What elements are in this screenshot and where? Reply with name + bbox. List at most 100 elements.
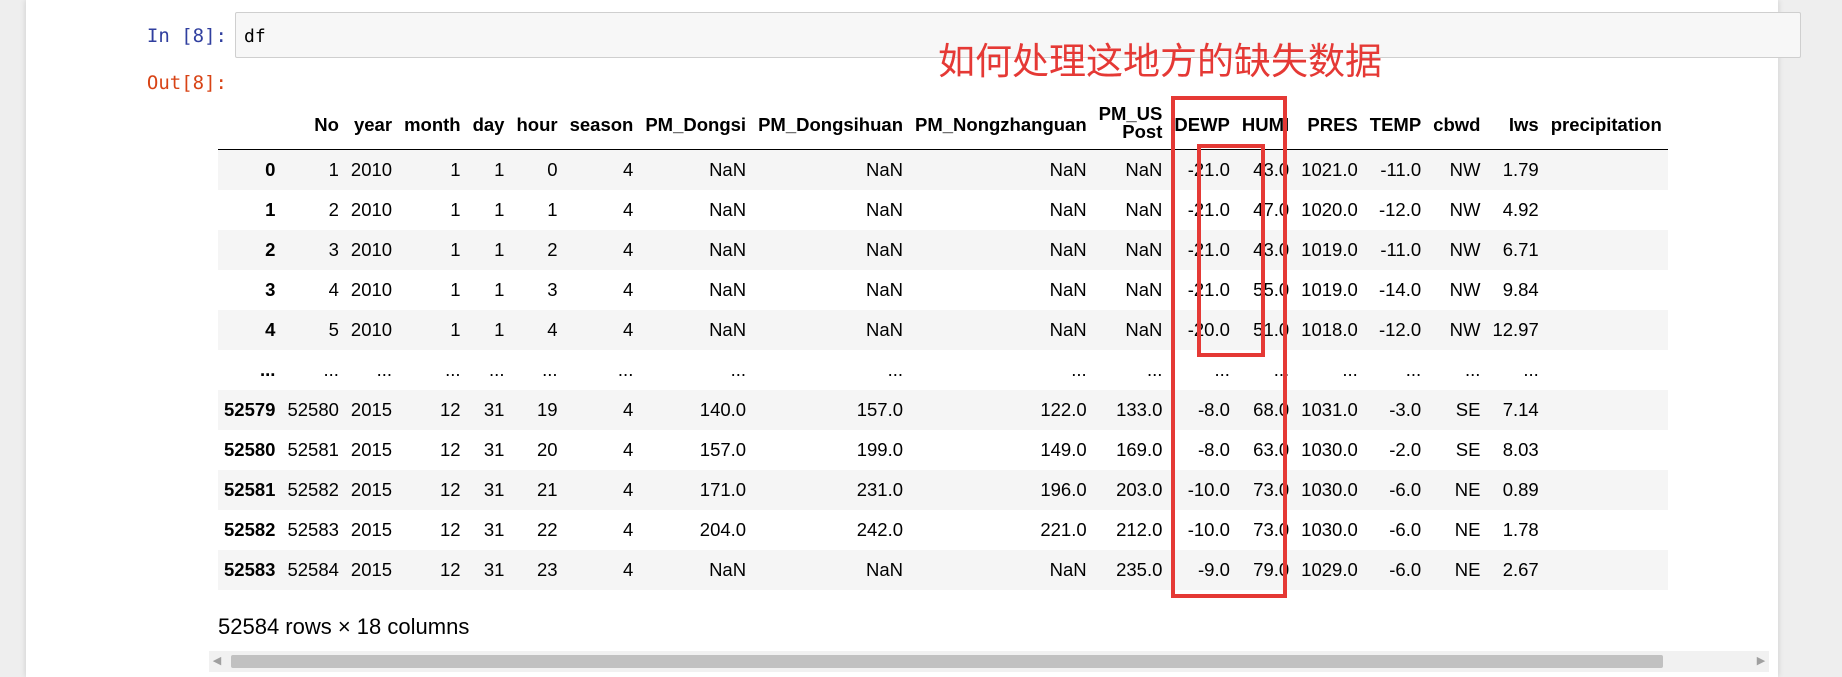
input-prompt: In [8]: <box>146 25 227 47</box>
table-cell: 1018.0 <box>1301 318 1358 340</box>
table-cell: 12 <box>440 398 461 420</box>
table-cell: -6.0 <box>1389 518 1422 540</box>
table-cell: 2010 <box>350 238 393 260</box>
table-cell: 1 <box>547 198 558 220</box>
table-cell: NaN <box>1125 318 1163 340</box>
table-cell <box>1545 149 1668 190</box>
table-cell: ... <box>1071 358 1087 380</box>
table-cell: ... <box>489 358 505 380</box>
dataframe-output: No year month day hour season PM_Dongsi PM_Dong… <box>218 92 1766 592</box>
row-index: 52582 <box>224 518 276 540</box>
table-cell <box>1545 350 1668 390</box>
table-row: 52582 52583 2015 12 31 22 4 204.0 242.0 221.0 212.… <box>218 510 1668 550</box>
table-cell: ... <box>617 358 634 380</box>
table-cell: 52582 <box>287 478 339 500</box>
column-header: precipitation <box>1544 92 1668 150</box>
table-cell: 0 <box>547 158 558 180</box>
table-cell: 1 <box>494 238 505 260</box>
table-cell: 242.0 <box>856 518 903 540</box>
table-cell: 8.03 <box>1502 438 1539 460</box>
table-cell: 2010 <box>350 158 393 180</box>
table-cell: NaN <box>1049 198 1087 220</box>
nan-values-highlight <box>1197 144 1265 357</box>
table-cell: 4 <box>623 238 634 260</box>
table-cell: 19 <box>537 398 558 420</box>
table-body: 0 1 2010 1 1 0 4 NaN NaN NaN NaN -21.0 43.0 1021.0 -11… <box>218 149 1668 590</box>
table-row: 0 1 2010 1 1 0 4 NaN NaN NaN NaN -21.0 43.0 1021.0 -11… <box>218 149 1668 190</box>
table-cell: 4 <box>623 518 634 540</box>
table-cell: 22 <box>537 518 558 540</box>
table-cell: NaN <box>1049 318 1087 340</box>
table-row: 3 4 2010 1 1 3 4 NaN NaN NaN NaN -21.0 55.0 1019.0 -14… <box>218 270 1668 310</box>
scroll-left-arrow-icon[interactable]: ◀ <box>209 651 225 672</box>
table-cell: -3.0 <box>1389 398 1422 420</box>
table-cell: 12 <box>440 558 461 580</box>
column-header: PM_Nongzhanguan <box>909 92 1093 150</box>
table-cell: ... <box>376 358 393 380</box>
table-cell: 1030.0 <box>1301 518 1358 540</box>
table-cell: ... <box>1342 358 1358 380</box>
table-cell: 31 <box>483 518 505 540</box>
table-cell: SE <box>1455 398 1481 420</box>
table-cell: 4 <box>623 158 634 180</box>
table-cell: 1 <box>494 158 505 180</box>
table-cell: 4 <box>328 278 339 300</box>
table-cell: ... <box>1146 358 1163 380</box>
table-cell <box>1545 390 1668 430</box>
table-cell: 1 <box>450 158 461 180</box>
column-header: cbwd <box>1427 92 1487 150</box>
table-cell: 4 <box>623 398 634 420</box>
table-cell: 1 <box>328 158 339 180</box>
table-cell: ... <box>1405 358 1422 380</box>
table-cell: 196.0 <box>1040 478 1087 500</box>
table-cell: -14.0 <box>1378 278 1422 300</box>
table-cell <box>1545 550 1668 590</box>
table-cell: 7.14 <box>1502 398 1539 420</box>
table-cell <box>1545 430 1668 470</box>
table-cell: ... <box>887 358 903 380</box>
table-header-row: No year month day hour season PM_Dongsi PM_Dong… <box>218 92 1668 150</box>
row-index: 52581 <box>224 478 276 500</box>
table-cell: 1021.0 <box>1301 158 1358 180</box>
table-cell: 235.0 <box>1116 558 1163 580</box>
table-cell: 1 <box>494 278 505 300</box>
horizontal-scrollbar[interactable]: ◀ ▶ <box>209 651 1769 672</box>
table-cell: NaN <box>865 238 903 260</box>
table-cell: NaN <box>865 158 903 180</box>
table-cell <box>1545 190 1668 230</box>
scroll-right-arrow-icon[interactable]: ▶ <box>1753 651 1769 672</box>
table-cell: 9.84 <box>1502 278 1539 300</box>
table-cell: 52581 <box>287 438 339 460</box>
row-index: 52583 <box>224 558 276 580</box>
table-cell: NW <box>1449 158 1481 180</box>
table-cell: ... <box>445 358 461 380</box>
table-cell: 1 <box>450 278 461 300</box>
table-cell: 1030.0 <box>1301 438 1358 460</box>
table-cell: NaN <box>1049 278 1087 300</box>
table-cell: 21 <box>537 478 558 500</box>
table-cell: 1.78 <box>1502 518 1539 540</box>
column-header: season <box>563 92 640 150</box>
table-cell: -11.0 <box>1380 158 1422 180</box>
table-cell: 4 <box>547 318 558 340</box>
table-cell: 231.0 <box>856 478 903 500</box>
table-cell: NW <box>1449 318 1481 340</box>
table-cell: -12.0 <box>1378 198 1422 220</box>
table-row: 52579 52580 2015 12 31 19 4 140.0 157.0 122.0 133.… <box>218 389 1668 430</box>
column-header: PRES <box>1295 92 1364 150</box>
table-cell: 2010 <box>350 278 393 300</box>
table-cell: 2010 <box>350 198 393 220</box>
table-cell: 212.0 <box>1116 518 1163 540</box>
table-cell: 1020.0 <box>1301 198 1358 220</box>
dataframe-table: No year month day hour season PM_Dongsi PM_Dong… <box>218 92 1668 590</box>
table-cell <box>1545 230 1668 270</box>
table-cell: 1 <box>450 318 461 340</box>
table-row: 2 3 2010 1 1 2 4 NaN NaN NaN NaN -21.0 43.0 1019.0 -11… <box>218 229 1668 270</box>
table-cell: NaN <box>1125 158 1163 180</box>
table-row: 52581 52582 2015 12 31 21 4 171.0 231.0 196.0 203.… <box>218 469 1668 510</box>
table-cell: 52580 <box>287 398 339 420</box>
table-cell: NE <box>1454 558 1481 580</box>
table-cell: 1.79 <box>1502 158 1539 180</box>
table-row: ........................................… <box>218 350 1668 390</box>
scrollbar-thumb[interactable] <box>231 655 1663 668</box>
